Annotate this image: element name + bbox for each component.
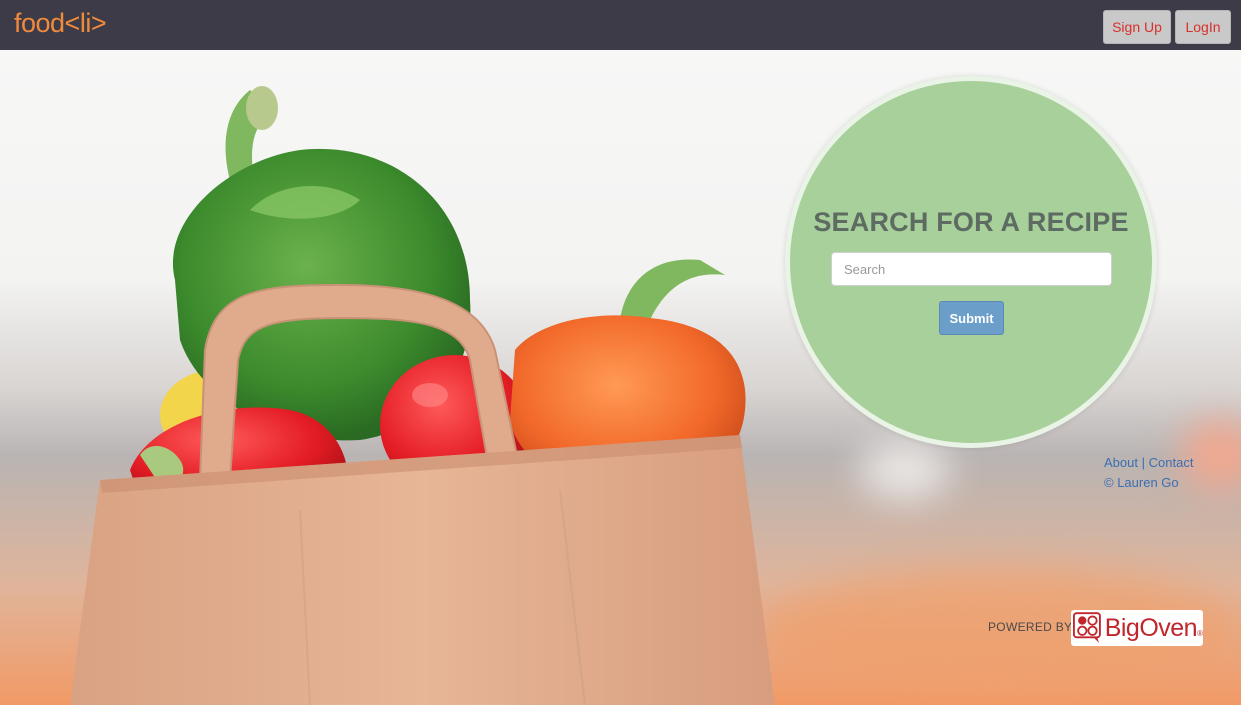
powered-by-label: POWERED BY bbox=[988, 620, 1073, 634]
navbar: food<li> Sign Up LogIn bbox=[0, 0, 1241, 50]
background-blur bbox=[860, 440, 950, 500]
about-link[interactable]: About bbox=[1104, 455, 1138, 470]
footer-nav: About | Contact bbox=[1104, 453, 1193, 473]
footer-links: About | Contact © Lauren Go bbox=[1104, 453, 1193, 493]
contact-link[interactable]: Contact bbox=[1149, 455, 1194, 470]
link-separator: | bbox=[1141, 455, 1145, 470]
copyright-text: © Lauren Go bbox=[1104, 475, 1179, 490]
search-title: SEARCH FOR A RECIPE bbox=[813, 207, 1129, 237]
login-button[interactable]: LogIn bbox=[1175, 10, 1231, 44]
bigoven-logo[interactable]: BigOven ® bbox=[1071, 610, 1203, 646]
search-panel: SEARCH FOR A RECIPE Submit bbox=[785, 76, 1157, 448]
submit-button[interactable]: Submit bbox=[939, 301, 1004, 335]
search-input[interactable] bbox=[831, 252, 1112, 286]
peppers-bag-photo bbox=[70, 86, 775, 705]
hero-section: SEARCH FOR A RECIPE Submit About | Conta… bbox=[0, 50, 1241, 705]
bigoven-logo-icon bbox=[1073, 612, 1101, 643]
registered-mark: ® bbox=[1197, 629, 1203, 638]
bigoven-wordmark: BigOven bbox=[1104, 613, 1198, 642]
signup-button[interactable]: Sign Up bbox=[1103, 10, 1171, 44]
brand-logo[interactable]: food<li> bbox=[14, 8, 107, 39]
